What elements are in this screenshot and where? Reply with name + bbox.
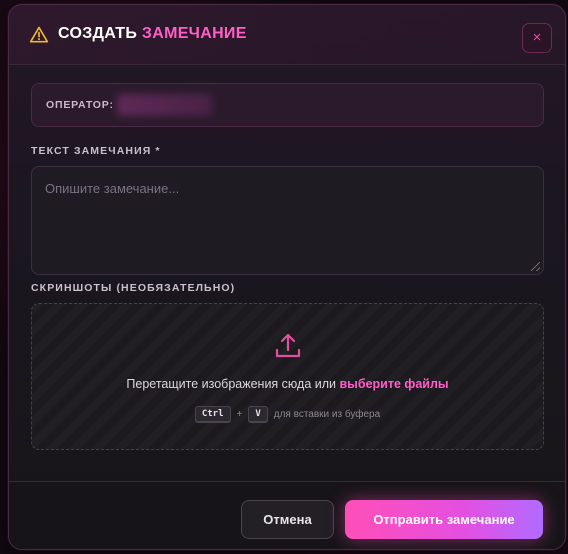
v-key: V xyxy=(248,406,268,422)
cancel-button[interactable]: Отмена xyxy=(241,500,334,539)
close-button[interactable]: × xyxy=(522,23,552,53)
screenshots-label: СКРИНШОТЫ (НЕОБЯЗАТЕЛЬНО) xyxy=(31,282,236,294)
paste-hint: Ctrl + Vдля вставки из буфера xyxy=(32,406,543,422)
choose-files-link[interactable]: выберите файлы xyxy=(339,377,448,391)
submit-note-button[interactable]: Отправить замечание xyxy=(345,500,543,539)
upload-icon xyxy=(275,333,301,358)
resize-grip-icon[interactable] xyxy=(531,262,540,271)
operator-label: ОПЕРАТОР: xyxy=(46,99,114,111)
dropzone-text: Перетащите изображения сюда или xyxy=(126,377,340,391)
ctrl-key: Ctrl xyxy=(194,406,231,422)
close-icon: × xyxy=(532,29,542,46)
dialog-footer: Отмена Отправить замечание xyxy=(9,481,565,549)
note-text-label: ТЕКСТ ЗАМЕЧАНИЯ * xyxy=(31,145,161,157)
dialog-title-prefix: СОЗДАТЬ xyxy=(58,25,138,42)
operator-value-redacted xyxy=(117,94,212,116)
plus-sign: + xyxy=(236,408,243,420)
dialog-title: СОЗДАТЬ ЗАМЕЧАНИЕ xyxy=(58,25,247,43)
dropzone-instructions: Перетащите изображения сюда или выберите… xyxy=(32,377,543,391)
dialog-title-accent: ЗАМЕЧАНИЕ xyxy=(141,25,247,42)
note-textarea[interactable]: Опишите замечание... xyxy=(31,166,544,275)
screenshot-dropzone[interactable]: Перетащите изображения сюда или выберите… xyxy=(31,303,544,450)
note-textarea-placeholder: Опишите замечание... xyxy=(45,181,180,196)
dialog-header: СОЗДАТЬ ЗАМЕЧАНИЕ × xyxy=(9,5,565,65)
operator-field: ОПЕРАТОР: xyxy=(31,83,544,127)
paste-hint-text: для вставки из буфера xyxy=(273,408,381,420)
create-note-dialog: СОЗДАТЬ ЗАМЕЧАНИЕ × ОПЕРАТОР: ТЕКСТ ЗАМЕ… xyxy=(8,4,566,550)
warning-triangle-icon xyxy=(29,26,49,43)
